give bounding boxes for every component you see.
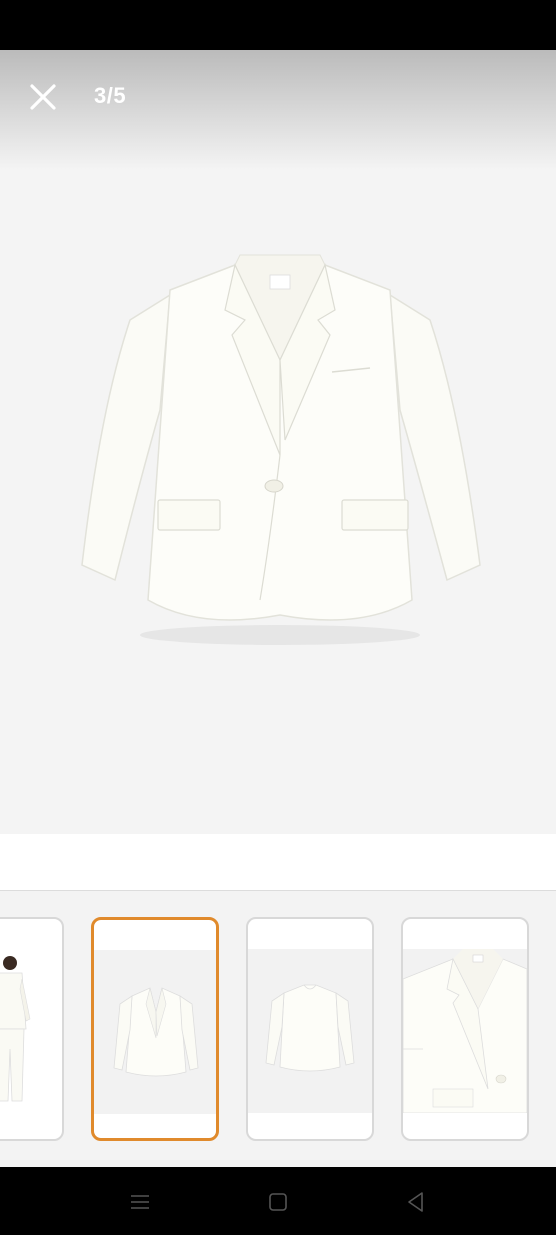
- thumbnail-strip[interactable]: [0, 891, 556, 1167]
- status-bar: [0, 0, 556, 50]
- home-icon[interactable]: [265, 1189, 291, 1215]
- blazer-detail-image: [403, 949, 527, 1113]
- thumbnail-3[interactable]: [246, 917, 374, 1141]
- blazer-flat-image: [94, 950, 216, 1114]
- content-spacer: [0, 834, 556, 890]
- back-icon[interactable]: [403, 1189, 429, 1215]
- thumbnail-4[interactable]: [401, 917, 529, 1141]
- model-image: [0, 949, 62, 1113]
- image-viewer[interactable]: 3/5: [0, 50, 556, 834]
- system-nav-bar: [0, 1167, 556, 1235]
- thumbnail-2-selected[interactable]: [91, 917, 219, 1141]
- page-indicator: 3/5: [94, 83, 127, 108]
- blazer-back-image: [248, 949, 372, 1113]
- product-image[interactable]: [60, 240, 500, 660]
- close-icon[interactable]: [24, 78, 62, 116]
- thumbnail-1[interactable]: [0, 917, 64, 1141]
- top-gradient: [0, 50, 556, 170]
- menu-icon[interactable]: [127, 1189, 153, 1215]
